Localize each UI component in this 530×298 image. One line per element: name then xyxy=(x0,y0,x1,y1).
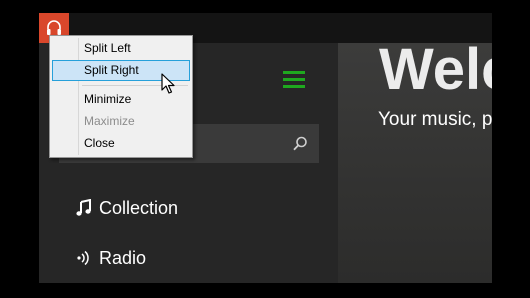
search-icon[interactable] xyxy=(291,135,309,153)
menu-item-split-right[interactable]: Split Right xyxy=(52,60,190,81)
welcome-tagline: Your music, p xyxy=(378,109,492,130)
menu-item-maximize: Maximize xyxy=(84,114,135,128)
menu-item-minimize[interactable]: Minimize xyxy=(52,89,190,110)
hamburger-menu-icon[interactable] xyxy=(283,71,305,91)
welcome-heading: Welc xyxy=(379,43,492,102)
menu-separator xyxy=(82,85,188,86)
sidebar-item-label: Collection xyxy=(99,197,179,218)
radio-waves-icon xyxy=(74,248,94,268)
sidebar-item-collection[interactable]: Collection xyxy=(74,194,178,222)
menu-item-close[interactable]: Close xyxy=(52,133,190,154)
sidebar-item-label: Radio xyxy=(99,247,147,268)
window-context-menu: Split Left Split Right Minimize Maximize… xyxy=(49,35,193,158)
music-note-icon xyxy=(74,198,94,218)
main-content: Welc Your music, p xyxy=(338,43,492,283)
menu-item-split-left[interactable]: Split Left xyxy=(52,38,190,59)
sidebar-item-radio[interactable]: Radio xyxy=(74,244,146,272)
